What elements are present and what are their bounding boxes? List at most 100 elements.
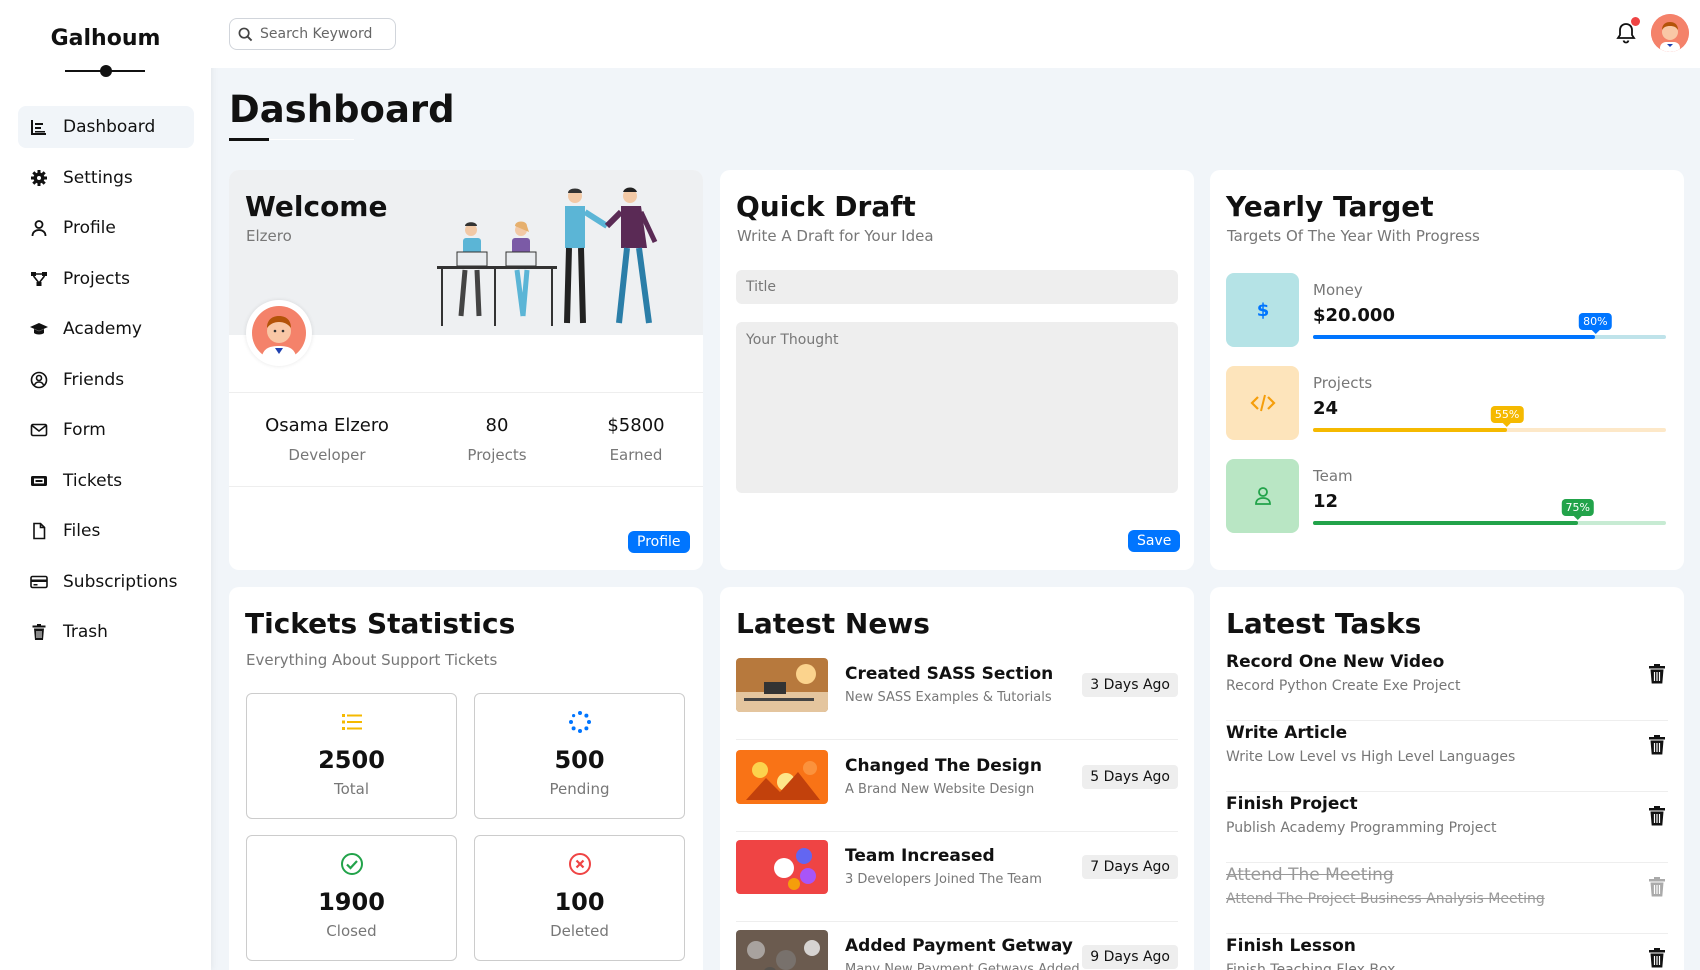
ticket-deleted: 100 Deleted bbox=[474, 835, 685, 961]
yearly-target-card: Yearly Target Targets Of The Year With P… bbox=[1210, 170, 1684, 570]
tasks-title: Latest Tasks bbox=[1226, 607, 1422, 640]
latest-tasks-card: Latest Tasks Record One New Video Record… bbox=[1210, 587, 1684, 970]
progress-badge: 55% bbox=[1490, 406, 1524, 427]
sidebar-item-label: Profile bbox=[63, 218, 116, 238]
welcome-avatar bbox=[246, 300, 312, 366]
sidebar-item-profile[interactable]: Profile bbox=[18, 207, 194, 249]
sidebar-item-label: Subscriptions bbox=[63, 571, 178, 592]
sidebar-item-label: Form bbox=[63, 420, 106, 440]
gear-icon bbox=[31, 169, 47, 186]
news-item-title: Team Increased bbox=[845, 846, 995, 866]
ticket-label: Deleted bbox=[550, 922, 609, 940]
profile-button[interactable]: Profile bbox=[628, 531, 690, 553]
trash-icon[interactable] bbox=[1648, 735, 1666, 755]
team-illustration bbox=[437, 187, 658, 326]
task-item: Write Article Write Low Level vs High Le… bbox=[1226, 721, 1668, 792]
news-image-icon bbox=[736, 930, 828, 970]
ticket-label: Total bbox=[333, 780, 370, 798]
spinner-icon bbox=[568, 711, 591, 733]
ticket-icon bbox=[31, 475, 47, 486]
news-item[interactable]: Team Increased 3 Developers Joined The T… bbox=[736, 840, 1178, 922]
welcome-subtitle: Elzero bbox=[246, 227, 292, 245]
sidebar-item-trash[interactable]: Trash bbox=[18, 611, 194, 653]
target-icon-bg bbox=[1226, 459, 1299, 533]
news-item[interactable]: Added Payment Getway Many New Payment Ge… bbox=[736, 930, 1178, 970]
draft-title-input[interactable] bbox=[736, 270, 1178, 304]
progress-fill bbox=[1313, 428, 1508, 432]
avatar[interactable] bbox=[1651, 14, 1689, 52]
target-icon-bg bbox=[1226, 366, 1299, 440]
news-item-desc: 3 Developers Joined The Team bbox=[845, 872, 1042, 887]
news-item-time: 5 Days Ago bbox=[1082, 765, 1178, 789]
sidebar-item-academy[interactable]: Academy bbox=[18, 308, 194, 350]
trash-icon[interactable] bbox=[1648, 806, 1666, 826]
graduation-cap-icon bbox=[30, 323, 48, 335]
quick-draft-card: Quick Draft Write A Draft for Your Idea … bbox=[720, 170, 1194, 570]
sidebar-item-label: Academy bbox=[63, 319, 142, 339]
earned-label: Earned bbox=[609, 446, 663, 464]
search-icon bbox=[238, 27, 253, 41]
sidebar-item-settings[interactable]: Settings bbox=[18, 157, 194, 199]
sidebar-item-label: Trash bbox=[63, 622, 108, 642]
target-team: Team 12 75% bbox=[1226, 459, 1666, 533]
search-input[interactable] bbox=[260, 26, 380, 42]
news-item-desc: New SASS Examples & Tutorials bbox=[845, 690, 1052, 705]
welcome-stats: Osama Elzero Developer 80 Projects $5800… bbox=[229, 392, 703, 487]
profile-role: Developer bbox=[288, 446, 366, 464]
trash-icon[interactable] bbox=[1648, 877, 1666, 897]
sidebar-item-projects[interactable]: Projects bbox=[18, 258, 194, 300]
trash-icon bbox=[32, 624, 46, 640]
dollar-icon: $ bbox=[1256, 300, 1269, 321]
task-item: Finish Project Publish Academy Programmi… bbox=[1226, 792, 1668, 863]
target-label: Projects bbox=[1313, 374, 1373, 392]
task-desc: Finish Teaching Flex Box bbox=[1226, 962, 1396, 970]
notification-dot bbox=[1631, 17, 1640, 26]
ticket-pending: 500 Pending bbox=[474, 693, 685, 819]
draft-thought-textarea[interactable] bbox=[736, 322, 1178, 493]
sidebar-item-label: Settings bbox=[63, 167, 133, 188]
task-item: Record One New Video Record Python Creat… bbox=[1226, 650, 1668, 721]
trash-icon[interactable] bbox=[1648, 664, 1666, 684]
task-item-done: Attend The Meeting Attend The Project Bu… bbox=[1226, 863, 1668, 934]
news-item-desc: Many New Payment Getways Added bbox=[845, 962, 1080, 970]
avatar-face-icon bbox=[252, 306, 306, 362]
sidebar-item-form[interactable]: Form bbox=[18, 409, 194, 451]
sidebar-item-label: Files bbox=[63, 521, 101, 541]
tickets-card: Tickets Statistics Everything About Supp… bbox=[229, 587, 703, 970]
tickets-subtitle: Everything About Support Tickets bbox=[246, 651, 498, 669]
user-icon bbox=[1254, 487, 1271, 505]
ticket-label: Closed bbox=[326, 922, 377, 940]
welcome-card: Welcome Elzero Osama Elzero Developer 80… bbox=[229, 170, 703, 570]
sidebar-item-tickets[interactable]: Tickets bbox=[18, 460, 194, 502]
search-box[interactable] bbox=[229, 18, 396, 50]
news-item[interactable]: Created SASS Section New SASS Examples &… bbox=[736, 658, 1178, 740]
task-desc: Write Low Level vs High Level Languages bbox=[1226, 749, 1516, 765]
sidebar-item-dashboard[interactable]: Dashboard bbox=[18, 106, 194, 148]
target-value: 24 bbox=[1313, 398, 1339, 419]
sidebar-item-files[interactable]: Files bbox=[18, 510, 194, 552]
save-button[interactable]: Save bbox=[1128, 530, 1181, 552]
progress-track: 55% bbox=[1313, 406, 1666, 432]
progress-badge: 80% bbox=[1579, 313, 1612, 334]
news-item[interactable]: Changed The Design A Brand New Website D… bbox=[736, 750, 1178, 832]
user-circle-icon bbox=[30, 371, 48, 388]
ticket-number: 500 bbox=[554, 746, 605, 774]
ticket-number: 1900 bbox=[318, 888, 385, 916]
envelope-icon bbox=[30, 423, 48, 437]
task-title: Finish Lesson bbox=[1226, 936, 1356, 956]
sidebar: Galhoum Dashboard Settings Profile Proje… bbox=[0, 0, 211, 970]
news-item-title: Added Payment Getway bbox=[845, 936, 1073, 956]
draft-title: Quick Draft bbox=[736, 190, 916, 223]
check-circle-icon bbox=[340, 853, 363, 875]
user-icon bbox=[31, 220, 47, 237]
trash-icon[interactable] bbox=[1648, 948, 1666, 968]
sidebar-item-friends[interactable]: Friends bbox=[18, 359, 194, 401]
news-item-title: Created SASS Section bbox=[845, 664, 1054, 684]
progress-badge: 75% bbox=[1561, 499, 1594, 520]
target-icon-bg: $ bbox=[1226, 273, 1299, 347]
draft-subtitle: Write A Draft for Your Idea bbox=[737, 227, 934, 245]
x-circle-icon bbox=[568, 853, 591, 875]
task-title: Attend The Meeting bbox=[1226, 865, 1394, 885]
sidebar-item-subscriptions[interactable]: Subscriptions bbox=[18, 561, 194, 603]
chart-icon bbox=[31, 120, 46, 135]
